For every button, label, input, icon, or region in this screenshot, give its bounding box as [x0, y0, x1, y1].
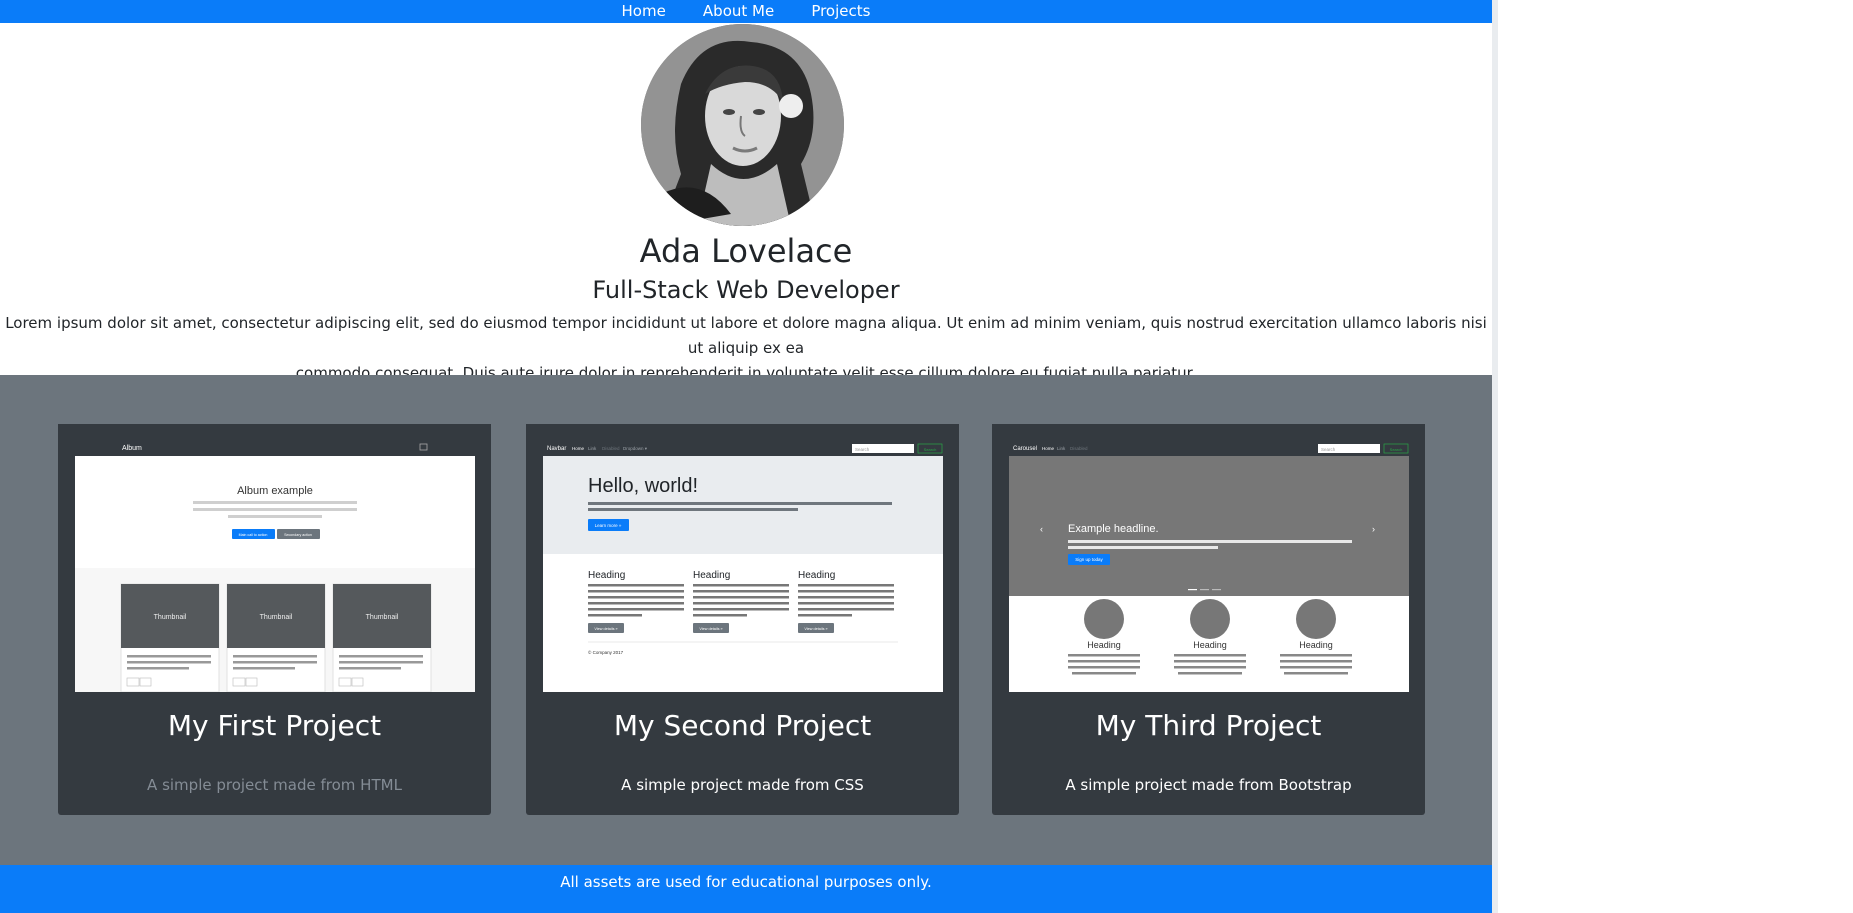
- project-title: My Third Project: [1095, 709, 1322, 742]
- about-section: Ada Lovelace Full-Stack Web Developer Lo…: [0, 23, 1492, 382]
- footer-text: All assets are used for educational purp…: [560, 873, 932, 891]
- svg-text:Thumbnail: Thumbnail: [366, 614, 399, 621]
- svg-text:Link: Link: [1057, 446, 1066, 451]
- profile-name: Ada Lovelace: [639, 232, 853, 270]
- project-description: A simple project made from CSS: [621, 776, 864, 794]
- profile-role: Full-Stack Web Developer: [592, 276, 900, 304]
- svg-text:View details »: View details »: [804, 627, 827, 631]
- svg-text:Link: Link: [588, 446, 597, 451]
- top-navbar: Home About Me Projects: [0, 0, 1492, 23]
- svg-text:‹: ‹: [1040, 524, 1043, 534]
- preview-heading: Album example: [237, 485, 313, 497]
- bio-line: Lorem ipsum dolor sit amet, consectetur …: [5, 314, 1487, 357]
- preview-thumbnail-card: Thumbnail: [332, 583, 432, 692]
- project-card-2[interactable]: Navbar Home Link Disabled Dropdown ▾ Sea…: [526, 424, 959, 815]
- preview-secondary-button: Secondary action: [284, 533, 312, 537]
- svg-text:Thumbnail: Thumbnail: [260, 614, 293, 621]
- svg-text:View details »: View details »: [699, 627, 722, 631]
- svg-text:Heading: Heading: [693, 570, 730, 581]
- svg-text:Sign up today: Sign up today: [1075, 557, 1103, 562]
- nav-link-projects[interactable]: Projects: [811, 0, 870, 23]
- preview-primary-button: Main call to action: [239, 533, 268, 537]
- preview-headline: Example headline.: [1068, 523, 1159, 535]
- svg-text:Disabled: Disabled: [1070, 446, 1088, 451]
- svg-text:Search: Search: [855, 447, 870, 452]
- svg-text:Thumbnail: Thumbnail: [154, 614, 187, 621]
- svg-text:Heading: Heading: [588, 570, 625, 581]
- svg-text:Disabled: Disabled: [602, 446, 620, 451]
- svg-text:Heading: Heading: [798, 570, 835, 581]
- preview-thumbnail-card: Thumbnail: [120, 583, 220, 692]
- project-title: My First Project: [167, 709, 382, 742]
- projects-section: Album Album example Main call to action …: [0, 375, 1492, 865]
- project-preview-1: Album Album example Main call to action …: [58, 424, 491, 692]
- profile-photo: [641, 24, 844, 226]
- svg-text:Learn more »: Learn more »: [595, 523, 622, 528]
- project-card-3[interactable]: Carousel Home Link Disabled Search Searc…: [992, 424, 1425, 815]
- svg-text:View details »: View details »: [594, 627, 617, 631]
- svg-text:Home: Home: [572, 446, 585, 451]
- svg-text:Home: Home: [1042, 446, 1055, 451]
- preview-brand: Album: [122, 445, 142, 452]
- project-preview-2: Navbar Home Link Disabled Dropdown ▾ Sea…: [526, 424, 959, 692]
- preview-brand: Carousel: [1013, 446, 1037, 452]
- project-card-1[interactable]: Album Album example Main call to action …: [58, 424, 491, 815]
- svg-text:Dropdown ▾: Dropdown ▾: [623, 446, 648, 451]
- svg-text:Search: Search: [924, 447, 937, 452]
- svg-text:© Company 2017: © Company 2017: [588, 649, 624, 655]
- scrollbar-track[interactable]: [1492, 0, 1498, 913]
- svg-text:Heading: Heading: [1087, 640, 1121, 650]
- project-preview-3: Carousel Home Link Disabled Search Searc…: [992, 424, 1425, 692]
- page-footer: All assets are used for educational purp…: [0, 865, 1492, 913]
- preview-thumbnail-card: Thumbnail: [226, 583, 326, 692]
- page: Home About Me Projects Ada Lovelace Full…: [0, 0, 1498, 913]
- svg-text:Search: Search: [1390, 447, 1403, 452]
- project-description: A simple project made from HTML: [147, 776, 402, 794]
- nav-link-home[interactable]: Home: [622, 0, 666, 23]
- svg-text:›: ›: [1372, 524, 1375, 534]
- svg-text:Search: Search: [1321, 447, 1336, 452]
- preview-heading: Hello, world!: [588, 475, 698, 497]
- svg-text:Heading: Heading: [1193, 640, 1227, 650]
- project-title: My Second Project: [613, 709, 872, 742]
- svg-text:Heading: Heading: [1299, 640, 1333, 650]
- preview-brand: Navbar: [547, 446, 566, 452]
- project-description: A simple project made from Bootstrap: [1065, 776, 1352, 794]
- nav-link-about[interactable]: About Me: [703, 0, 774, 23]
